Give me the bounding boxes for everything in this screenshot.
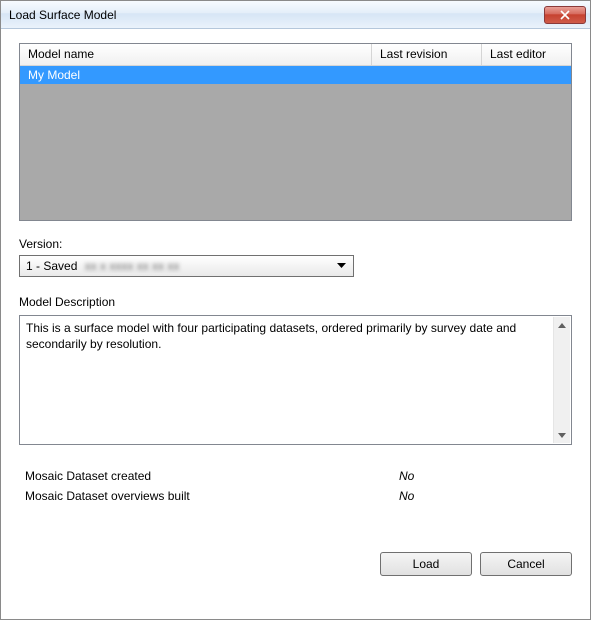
scrollbar[interactable]	[553, 317, 570, 443]
status-block: Mosaic Dataset created No Mosaic Dataset…	[19, 469, 572, 509]
overviews-label: Mosaic Dataset overviews built	[19, 489, 399, 503]
cell-last-revision	[372, 74, 482, 76]
cell-model-name: My Model	[20, 67, 372, 83]
col-last-editor[interactable]: Last editor	[482, 44, 571, 65]
close-button[interactable]	[544, 6, 586, 24]
description-text: This is a surface model with four partic…	[26, 321, 516, 351]
dialog-window: Load Surface Model Model name Last revis…	[0, 0, 591, 620]
dialog-content: Model name Last revision Last editor My …	[1, 29, 590, 619]
window-title: Load Surface Model	[9, 8, 544, 22]
load-button[interactable]: Load	[380, 552, 472, 576]
titlebar[interactable]: Load Surface Model	[1, 1, 590, 29]
model-table[interactable]: Model name Last revision Last editor My …	[19, 43, 572, 221]
version-selected-obscured: xx x xxxx xx xx xx	[85, 259, 180, 273]
col-model-name[interactable]: Model name	[20, 44, 372, 65]
version-select[interactable]: 1 - Saved xx x xxxx xx xx xx	[19, 255, 354, 277]
mosaic-created-label: Mosaic Dataset created	[19, 469, 399, 483]
table-row[interactable]: My Model	[20, 66, 571, 84]
version-selected-prefix: 1 - Saved	[26, 259, 77, 273]
col-last-revision[interactable]: Last revision	[372, 44, 482, 65]
status-row-mosaic-created: Mosaic Dataset created No	[19, 469, 572, 483]
table-body: My Model	[20, 66, 571, 220]
scroll-up-icon[interactable]	[555, 317, 570, 333]
version-selected: 1 - Saved xx x xxxx xx xx xx	[26, 259, 333, 273]
overviews-value: No	[399, 489, 414, 503]
cancel-button[interactable]: Cancel	[480, 552, 572, 576]
version-label: Version:	[19, 237, 572, 251]
cell-last-editor	[482, 74, 571, 76]
mosaic-created-value: No	[399, 469, 414, 483]
chevron-down-icon	[333, 258, 349, 274]
table-header: Model name Last revision Last editor	[20, 44, 571, 66]
description-textarea[interactable]: This is a surface model with four partic…	[19, 315, 572, 445]
close-icon	[560, 10, 570, 20]
status-row-overviews: Mosaic Dataset overviews built No	[19, 489, 572, 503]
scroll-down-icon[interactable]	[555, 427, 570, 443]
description-label: Model Description	[19, 295, 572, 309]
button-bar: Load Cancel	[19, 538, 572, 576]
